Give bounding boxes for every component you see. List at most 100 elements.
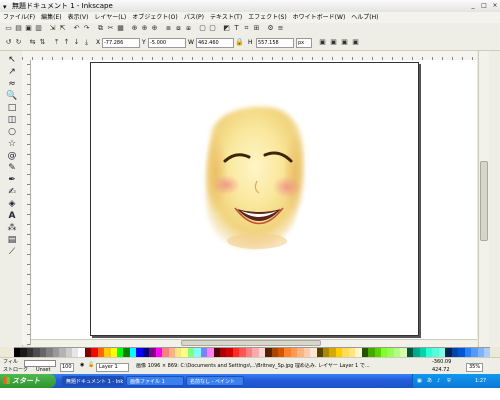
ellipse-tool-icon[interactable]: ○ xyxy=(6,127,18,138)
duplicate-icon[interactable]: ⧈ xyxy=(164,24,173,33)
group-icon[interactable]: ▢ xyxy=(198,24,207,33)
scale-stroke-icon[interactable]: ▣ xyxy=(318,38,327,47)
security-icon[interactable]: ⛨ xyxy=(447,374,451,388)
new-document-icon[interactable]: ▭ xyxy=(4,24,13,33)
windows-taskbar: スタート 無題ドキュメント 1 - Inkscape 画像ファイル 1 名前なし… xyxy=(0,374,500,388)
export-icon[interactable]: ⇱ xyxy=(58,24,67,33)
lower-icon[interactable]: ↓ xyxy=(72,38,81,47)
calligraphy-tool-icon[interactable]: ✍ xyxy=(6,187,18,198)
selector-tool-icon[interactable]: ↖ xyxy=(6,55,18,66)
pen-tool-icon[interactable]: ✒ xyxy=(6,175,18,186)
align-dialog-icon[interactable]: ⊞ xyxy=(252,24,261,33)
transform-patterns-icon[interactable]: ▣ xyxy=(351,38,360,47)
text-font-dialog-icon[interactable]: T xyxy=(232,24,241,33)
cut-icon[interactable]: ✂ xyxy=(106,24,115,33)
gradient-tool-icon[interactable]: ▤ xyxy=(6,235,18,246)
minimize-button[interactable]: _ xyxy=(468,2,478,10)
unit-select[interactable]: px xyxy=(296,38,312,48)
vertical-scroll-thumb[interactable] xyxy=(480,161,488,241)
vertical-ruler[interactable] xyxy=(22,60,31,345)
menu-text[interactable]: テキスト(T) xyxy=(207,12,245,23)
lock-proportions-icon[interactable]: 🔒 xyxy=(235,38,244,47)
undo-icon[interactable]: ↶ xyxy=(72,24,81,33)
tweak-tool-icon[interactable]: ≈ xyxy=(6,79,18,90)
height-input[interactable]: 557.158 xyxy=(256,38,294,48)
toolbox: ↖ ↗ ≈ 🔍 □ ◫ ○ ☆ @ ✎ ✒ ✍ ◈ A ⁂ ▤ ⟋ xyxy=(0,51,23,347)
zoom-input[interactable]: 35% xyxy=(466,363,484,372)
transform-gradients-icon[interactable]: ▣ xyxy=(340,38,349,47)
preferences-icon[interactable]: ⚙ xyxy=(266,24,275,33)
zoom-selection-icon[interactable]: ⊕ xyxy=(130,24,139,33)
x-input[interactable]: -77.286 xyxy=(102,38,140,48)
palette-swatch[interactable] xyxy=(483,348,491,357)
import-icon[interactable]: ⇲ xyxy=(48,24,57,33)
taskbar-item-inkscape[interactable]: 無題ドキュメント 1 - Inkscape xyxy=(62,376,124,386)
opacity-input[interactable]: 100 xyxy=(60,363,74,372)
dropper-tool-icon[interactable]: ⟋ xyxy=(6,247,18,258)
document-page[interactable] xyxy=(90,62,419,336)
right-cheek xyxy=(273,176,301,198)
vertical-scrollbar[interactable] xyxy=(478,51,489,347)
clone-icon[interactable]: ⧇ xyxy=(174,24,183,33)
redo-icon[interactable]: ↷ xyxy=(82,24,91,33)
ime-icon[interactable]: あ xyxy=(427,374,432,388)
spray-tool-icon[interactable]: ⁂ xyxy=(6,223,18,234)
close-button[interactable]: × xyxy=(490,2,500,10)
layer-select[interactable]: Layer 1 xyxy=(96,363,129,372)
unlink-clone-icon[interactable]: ⧆ xyxy=(184,24,193,33)
document-properties-icon[interactable]: ≡ xyxy=(276,24,285,33)
flip-vertical-icon[interactable]: ⇅ xyxy=(38,38,47,47)
horizontal-scrollbar[interactable] xyxy=(31,339,477,347)
3d-box-tool-icon[interactable]: ◫ xyxy=(6,115,18,126)
horizontal-scroll-thumb[interactable] xyxy=(181,340,321,346)
menu-layer[interactable]: レイヤー(L) xyxy=(91,12,129,23)
copy-icon[interactable]: ⧉ xyxy=(96,24,105,33)
rectangle-tool-icon[interactable]: □ xyxy=(6,103,18,114)
face-image[interactable] xyxy=(91,63,418,335)
raise-to-top-icon[interactable]: ⤒ xyxy=(52,38,61,47)
scale-corners-icon[interactable]: ▣ xyxy=(329,38,338,47)
fill-indicator[interactable] xyxy=(24,360,56,367)
ungroup-icon[interactable]: ▢ xyxy=(208,24,217,33)
menu-whiteboard[interactable]: ホワイトボード(W) xyxy=(290,12,349,23)
print-icon[interactable]: ▥ xyxy=(34,24,43,33)
zoom-tool-icon[interactable]: 🔍 xyxy=(6,91,18,102)
menu-edit[interactable]: 編集(E) xyxy=(38,12,64,23)
lock-layer-icon[interactable]: 🔓 xyxy=(88,362,94,369)
y-input[interactable]: -5.000 xyxy=(148,38,186,48)
flip-horizontal-icon[interactable]: ⇆ xyxy=(28,38,37,47)
width-input[interactable]: 462.460 xyxy=(196,38,234,48)
menu-path[interactable]: パス(P) xyxy=(181,12,207,23)
rotate-cw-icon[interactable]: ↻ xyxy=(14,38,23,47)
open-file-icon[interactable]: ▤ xyxy=(14,24,23,33)
save-icon[interactable]: ▣ xyxy=(24,24,33,33)
menu-help[interactable]: ヘルプ(H) xyxy=(348,12,381,23)
taskbar-item-paint[interactable]: 名前なし - ペイント xyxy=(186,376,244,386)
menu-object[interactable]: オブジェクト(O) xyxy=(129,12,180,23)
start-button[interactable]: スタート xyxy=(0,374,56,388)
clock: 1:27 xyxy=(475,378,487,384)
menu-effects[interactable]: エフェクト(S) xyxy=(245,12,290,23)
rotate-ccw-icon[interactable]: ↺ xyxy=(4,38,13,47)
maximize-button[interactable]: □ xyxy=(479,2,489,10)
text-tool-icon[interactable]: A xyxy=(6,211,18,222)
paint-bucket-tool-icon[interactable]: ◈ xyxy=(6,199,18,210)
x-coordinate: -360.09 xyxy=(432,359,452,365)
fill-stroke-dialog-icon[interactable]: ◩ xyxy=(222,24,231,33)
xml-editor-icon[interactable]: ⌗ xyxy=(242,24,251,33)
node-tool-icon[interactable]: ↗ xyxy=(6,67,18,78)
star-tool-icon[interactable]: ☆ xyxy=(6,139,18,150)
zoom-page-icon[interactable]: ⊕ xyxy=(150,24,159,33)
visibility-eye-icon[interactable]: ◉ xyxy=(80,362,84,369)
pencil-tool-icon[interactable]: ✎ xyxy=(6,163,18,174)
menu-file[interactable]: ファイル(F) xyxy=(0,12,38,23)
raise-icon[interactable]: ↑ xyxy=(62,38,71,47)
zoom-drawing-icon[interactable]: ⊕ xyxy=(140,24,149,33)
network-icon[interactable]: ▣ xyxy=(417,374,422,388)
menu-view[interactable]: 表示(V) xyxy=(65,12,92,23)
paste-icon[interactable]: ▦ xyxy=(116,24,125,33)
lower-to-bottom-icon[interactable]: ⤓ xyxy=(82,38,91,47)
spiral-tool-icon[interactable]: @ xyxy=(6,151,18,162)
taskbar-item-image[interactable]: 画像ファイル 1 xyxy=(126,376,184,386)
volume-icon[interactable]: ♪ xyxy=(437,374,440,388)
